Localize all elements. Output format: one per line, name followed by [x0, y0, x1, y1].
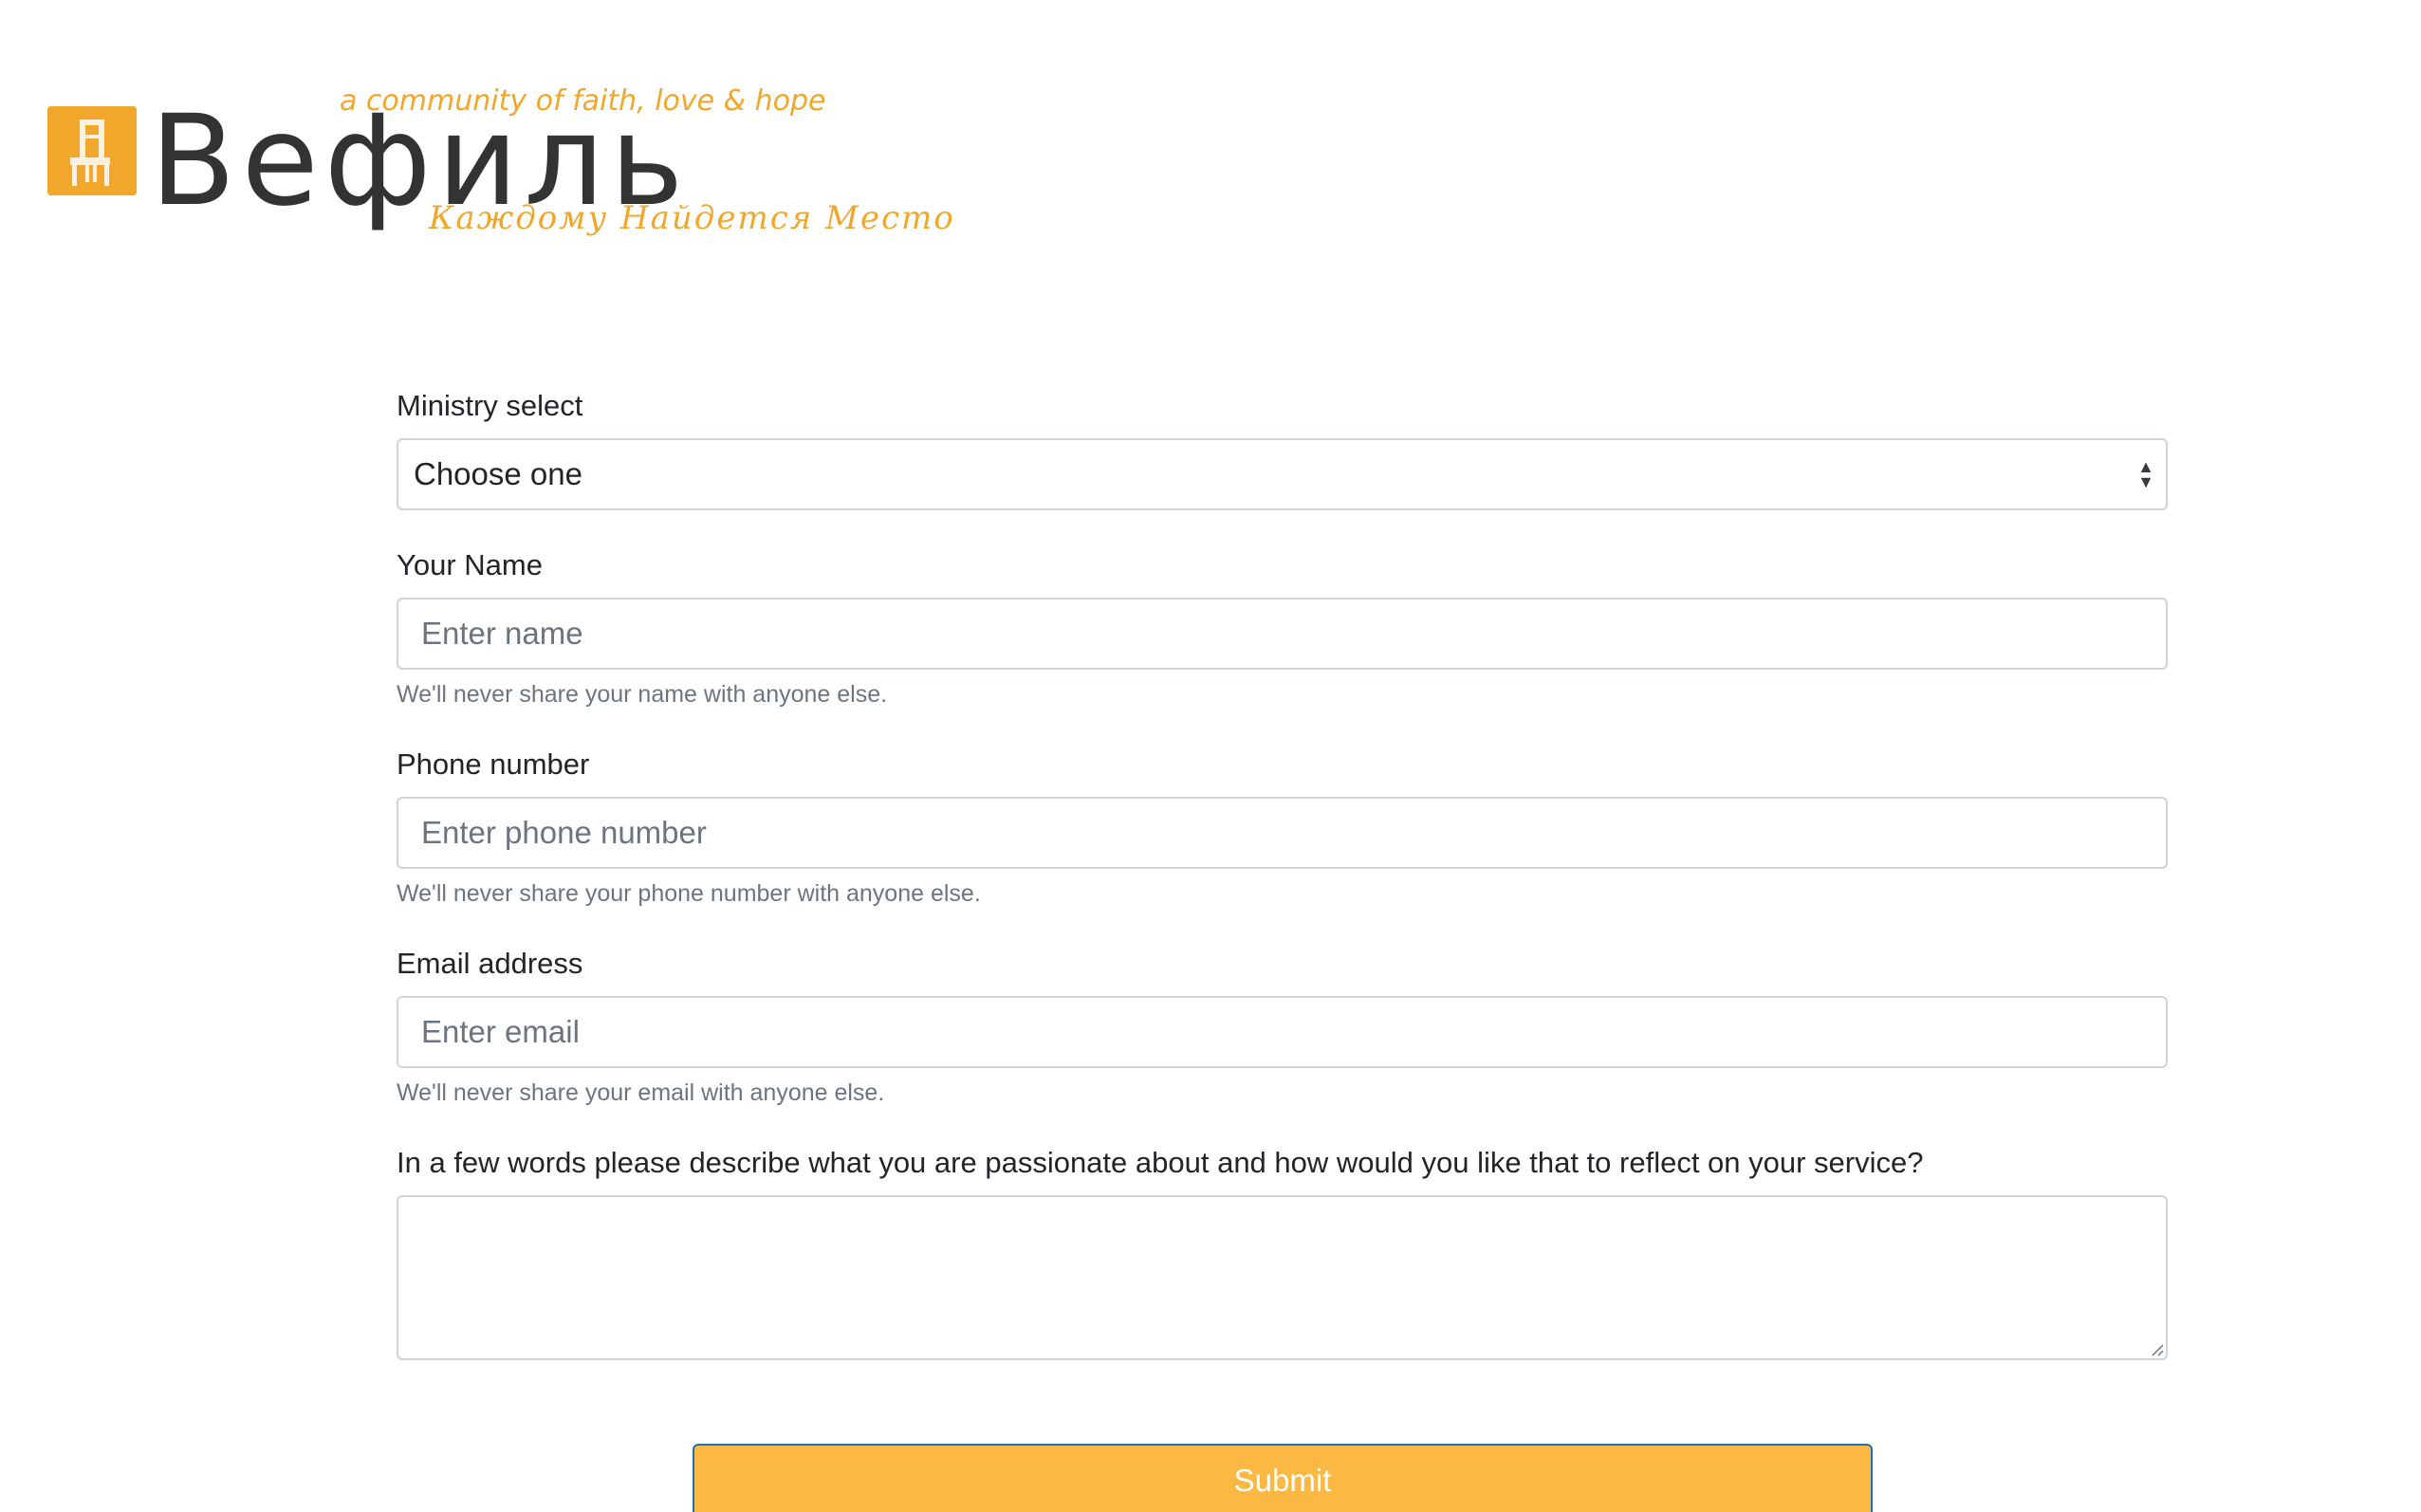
- select-arrows-icon: ▲ ▼: [2137, 457, 2154, 491]
- ministry-signup-form: Ministry select Choose one ▲ ▼ Your Name …: [397, 387, 2168, 1396]
- phone-group: Phone number Enter phone number We'll ne…: [397, 746, 2168, 909]
- phone-label: Phone number: [397, 747, 590, 781]
- ministry-select[interactable]: Choose one ▲ ▼: [397, 438, 2168, 510]
- passion-label: In a few words please describe what you …: [397, 1146, 1924, 1179]
- email-label: Email address: [397, 947, 583, 980]
- email-placeholder: Enter email: [421, 1014, 580, 1049]
- ministry-select-label: Ministry select: [397, 389, 583, 422]
- name-help-text: We'll never share your name with anyone …: [397, 681, 888, 708]
- ministry-select-group: Ministry select Choose one ▲ ▼: [397, 387, 2168, 510]
- name-placeholder: Enter name: [421, 616, 583, 651]
- submit-button[interactable]: Submit: [693, 1444, 1873, 1512]
- email-input[interactable]: Enter email: [397, 996, 2168, 1068]
- chair-icon: [47, 106, 137, 195]
- name-input[interactable]: Enter name: [397, 598, 2168, 670]
- page: Вефиль a community of faith, love & hope…: [0, 0, 2421, 1512]
- site-logo[interactable]: Вефиль a community of faith, love & hope…: [47, 85, 958, 256]
- passion-group: In a few words please describe what you …: [397, 1144, 2168, 1360]
- name-label: Your Name: [397, 548, 543, 581]
- resize-grip-icon[interactable]: [2149, 1341, 2164, 1356]
- phone-help-text: We'll never share your phone number with…: [397, 880, 981, 907]
- logo-tagline-english: a community of faith, love & hope: [340, 84, 826, 118]
- email-group: Email address Enter email We'll never sh…: [397, 945, 2168, 1108]
- logo-tagline-russian: Каждому Найдется Место: [429, 199, 955, 237]
- phone-input[interactable]: Enter phone number: [397, 797, 2168, 869]
- email-help-text: We'll never share your email with anyone…: [397, 1079, 885, 1106]
- ministry-select-value: Choose one: [414, 456, 582, 491]
- name-group: Your Name Enter name We'll never share y…: [397, 546, 2168, 710]
- passion-textarea[interactable]: [397, 1195, 2168, 1360]
- phone-placeholder: Enter phone number: [421, 815, 707, 850]
